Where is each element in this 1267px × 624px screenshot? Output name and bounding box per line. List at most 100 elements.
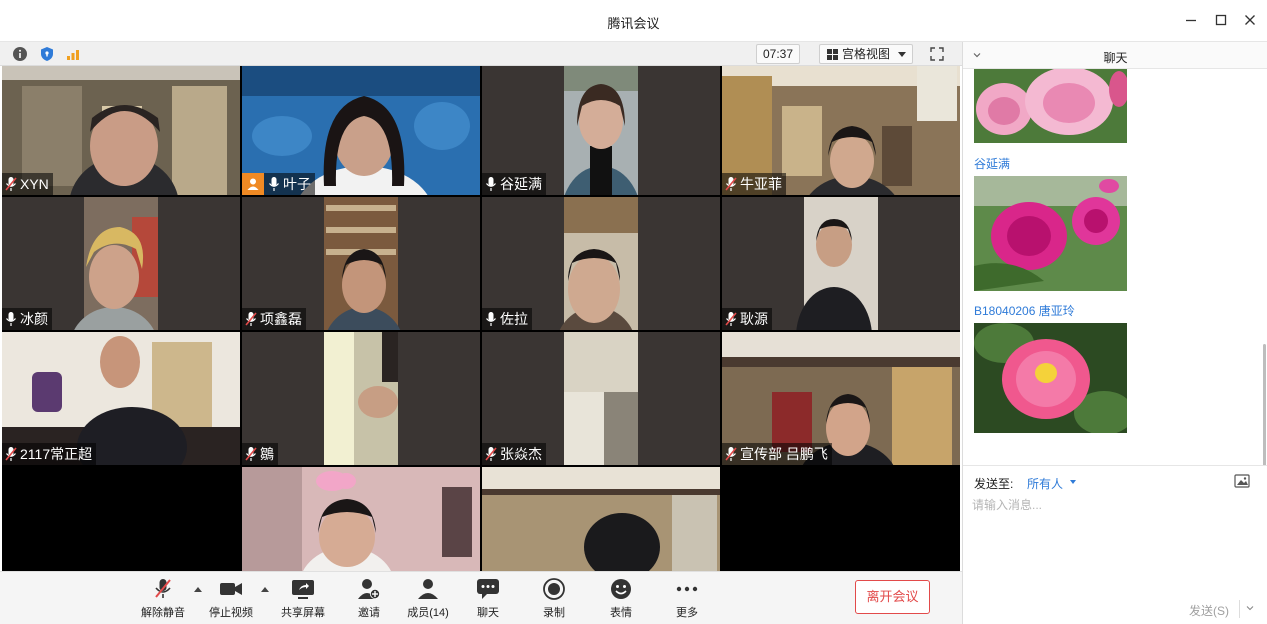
mic-muted-icon	[5, 447, 17, 461]
mic-muted-icon	[155, 579, 171, 598]
video-tile[interactable]: 2117常正超	[2, 332, 240, 465]
chat-scrollbar[interactable]	[1263, 344, 1266, 465]
video-tile[interactable]	[242, 467, 480, 571]
video-options-caret[interactable]	[261, 587, 269, 592]
participant-namebar: 叶子	[242, 173, 315, 195]
fullscreen-button[interactable]	[929, 46, 945, 62]
more-dots-icon	[676, 586, 698, 592]
fullscreen-icon	[930, 47, 944, 61]
share-screen-label: 共享屏幕	[281, 607, 325, 619]
minimize-icon	[1186, 19, 1196, 22]
chat-button[interactable]: 聊天	[458, 578, 518, 622]
chat-panel: 聊天 谷延满 B18040206 唐亚玲 发送至: 所有人 请输入消息... 发…	[962, 42, 1267, 624]
video-tile[interactable]	[722, 467, 960, 571]
video-tile[interactable]	[2, 467, 240, 571]
grid-view-icon	[827, 49, 838, 60]
mic-muted-icon	[485, 447, 497, 461]
video-feed	[482, 467, 720, 571]
record-button[interactable]: 录制	[524, 578, 584, 622]
participant-name: 叶子	[283, 176, 311, 192]
chat-image-message[interactable]	[974, 69, 1127, 143]
video-tile[interactable]	[482, 467, 720, 571]
video-tile[interactable]: 叶子	[242, 66, 480, 195]
mic-muted-icon	[725, 312, 737, 326]
more-button[interactable]: 更多	[657, 578, 717, 622]
video-tile[interactable]: 冰颜	[2, 197, 240, 330]
chat-header: 聊天	[963, 42, 1267, 69]
video-tile[interactable]: 佐拉	[482, 197, 720, 330]
chat-message-input[interactable]	[972, 496, 1257, 596]
video-tile[interactable]: 鶵	[242, 332, 480, 465]
window-title: 腾讯会议	[607, 16, 660, 31]
participant-name: 冰颜	[20, 311, 48, 327]
chat-label: 聊天	[477, 607, 499, 619]
add-user-icon	[358, 579, 380, 599]
leave-meeting-button[interactable]: 离开会议	[855, 580, 930, 614]
participant-name: 耿源	[740, 311, 768, 327]
video-tile[interactable]: 牛亚菲	[722, 66, 960, 195]
participant-name: 牛亚菲	[740, 176, 782, 192]
unmute-button[interactable]: 解除静音	[133, 578, 193, 622]
bottom-toolbar: 解除静音 停止视频 共享屏幕 邀请 成员(14) 聊天 录制 表情 更多 离开会…	[0, 571, 962, 624]
participant-namebar: 鶵	[242, 443, 278, 465]
participant-name: XYN	[20, 176, 49, 192]
peony-image-magenta	[974, 176, 1127, 291]
mic-muted-icon	[245, 447, 257, 461]
avatar	[242, 173, 264, 195]
mic-muted-icon	[725, 177, 737, 191]
reactions-button[interactable]: 表情	[591, 578, 651, 622]
video-tile[interactable]: 张焱杰	[482, 332, 720, 465]
close-icon	[1245, 15, 1255, 25]
video-tile[interactable]: 耿源	[722, 197, 960, 330]
participant-namebar: 2117常正超	[2, 443, 97, 465]
invite-button[interactable]: 邀请	[339, 578, 399, 622]
chat-title: 聊天	[1103, 51, 1128, 65]
meeting-timer: 07:37	[756, 44, 800, 64]
mic-icon	[486, 312, 496, 326]
peony-image-light-pink	[974, 69, 1127, 143]
send-button[interactable]: 发送(S)	[1189, 602, 1229, 619]
participant-namebar: 谷延满	[482, 173, 546, 195]
chat-compose-area: 发送至: 所有人 发送(S)	[963, 465, 1267, 624]
stop-video-button[interactable]: 停止视频	[201, 578, 261, 622]
minimize-button[interactable]	[1181, 10, 1201, 30]
security-button[interactable]	[39, 46, 55, 62]
record-label: 录制	[543, 607, 565, 619]
chat-message-list[interactable]: 谷延满 B18040206 唐亚玲	[963, 69, 1267, 465]
meeting-info-bar: 07:37 宫格视图	[0, 42, 962, 66]
record-icon	[543, 578, 565, 600]
chat-image-message[interactable]	[974, 176, 1127, 291]
members-button[interactable]: 成员(14)	[398, 578, 458, 622]
close-button[interactable]	[1240, 10, 1260, 30]
chevron-down-icon[interactable]	[1246, 604, 1254, 612]
participant-namebar: 牛亚菲	[722, 173, 786, 195]
participant-name: 项鑫磊	[260, 311, 302, 327]
peony-image-pink	[974, 323, 1127, 433]
participant-namebar: 张焱杰	[482, 443, 546, 465]
meeting-info-button[interactable]	[12, 46, 28, 62]
video-tile[interactable]: 项鑫磊	[242, 197, 480, 330]
chevron-down-icon[interactable]	[1070, 480, 1076, 484]
invite-label: 邀请	[358, 607, 380, 619]
recipient-select[interactable]: 所有人	[1027, 475, 1063, 492]
mic-icon	[269, 177, 279, 191]
network-signal-button[interactable]	[65, 46, 81, 62]
image-icon[interactable]	[1234, 474, 1250, 488]
unmute-label: 解除静音	[141, 607, 185, 619]
participant-namebar: 项鑫磊	[242, 308, 306, 330]
share-screen-button[interactable]: 共享屏幕	[273, 578, 333, 622]
share-screen-icon	[292, 580, 314, 599]
more-label: 更多	[676, 607, 698, 619]
video-tile[interactable]: 谷延满	[482, 66, 720, 195]
mic-muted-icon	[245, 312, 257, 326]
chat-image-message[interactable]	[974, 323, 1127, 433]
video-tile[interactable]: 宣传部 吕鹏飞	[722, 332, 960, 465]
mic-muted-icon	[725, 447, 737, 461]
video-feed	[242, 467, 480, 571]
video-tile[interactable]: XYN	[2, 66, 240, 195]
view-mode-select[interactable]: 宫格视图	[819, 44, 913, 64]
participant-namebar: 佐拉	[482, 308, 532, 330]
participant-name: 张焱杰	[500, 446, 542, 462]
maximize-button[interactable]	[1211, 10, 1231, 30]
chat-sender-name: B18040206 唐亚玲	[974, 304, 1075, 318]
